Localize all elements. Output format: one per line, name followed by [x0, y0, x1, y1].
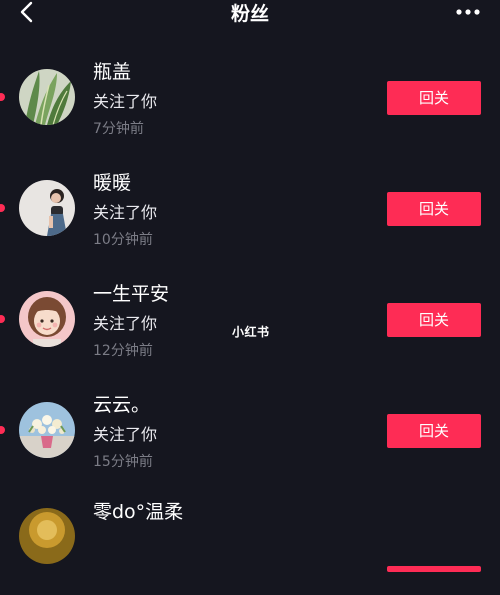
fan-name[interactable]: 瓶盖	[93, 60, 131, 84]
unread-dot	[0, 426, 5, 434]
follow-back-button[interactable]	[387, 566, 481, 572]
more-horizontal-icon	[456, 9, 480, 15]
cartoon-girl-avatar-icon	[19, 291, 75, 347]
plant-leaves-avatar-icon	[19, 69, 75, 125]
flower-bouquet-avatar-icon	[19, 402, 75, 458]
list-item[interactable]: 零do°温柔	[0, 484, 500, 595]
unread-dot	[0, 93, 5, 101]
fan-action: 关注了你	[93, 314, 158, 333]
fan-action: 关注了你	[93, 203, 158, 222]
fan-time: 15分钟前	[93, 454, 153, 470]
list-item[interactable]: 瓶盖 关注了你 7分钟前 回关	[0, 40, 500, 151]
follow-back-button[interactable]: 回关	[387, 81, 481, 115]
watermark: 小红书	[232, 325, 270, 339]
page-title: 粉丝	[230, 3, 269, 25]
golden-avatar-icon	[19, 508, 75, 564]
follow-back-button[interactable]: 回关	[387, 414, 481, 448]
fan-action: 关注了你	[93, 92, 158, 111]
list-item[interactable]: 一生平安 关注了你 12分钟前 回关	[0, 262, 500, 373]
avatar[interactable]	[19, 180, 75, 236]
unread-dot	[0, 204, 5, 212]
fan-time: 12分钟前	[93, 343, 153, 359]
more-button[interactable]	[454, 4, 484, 20]
follow-back-button[interactable]: 回关	[387, 192, 481, 226]
unread-dot	[0, 315, 5, 323]
avatar[interactable]	[19, 291, 75, 347]
list-item[interactable]: 云云。 关注了你 15分钟前 回关	[0, 373, 500, 484]
avatar[interactable]	[19, 402, 75, 458]
fan-name[interactable]: 云云。	[93, 393, 150, 417]
fan-name[interactable]: 一生平安	[93, 282, 169, 306]
fan-name[interactable]: 暖暖	[93, 171, 131, 195]
avatar[interactable]	[19, 508, 75, 564]
fan-name[interactable]: 零do°温柔	[93, 500, 183, 524]
top-bar: 粉丝	[0, 0, 500, 40]
girl-photo-avatar-icon	[19, 180, 75, 236]
avatar[interactable]	[19, 69, 75, 125]
list-item[interactable]: 暖暖 关注了你 10分钟前 回关	[0, 151, 500, 262]
follow-back-button[interactable]: 回关	[387, 303, 481, 337]
fan-time: 10分钟前	[93, 232, 153, 248]
fan-time: 7分钟前	[93, 121, 144, 137]
fan-action: 关注了你	[93, 425, 158, 444]
